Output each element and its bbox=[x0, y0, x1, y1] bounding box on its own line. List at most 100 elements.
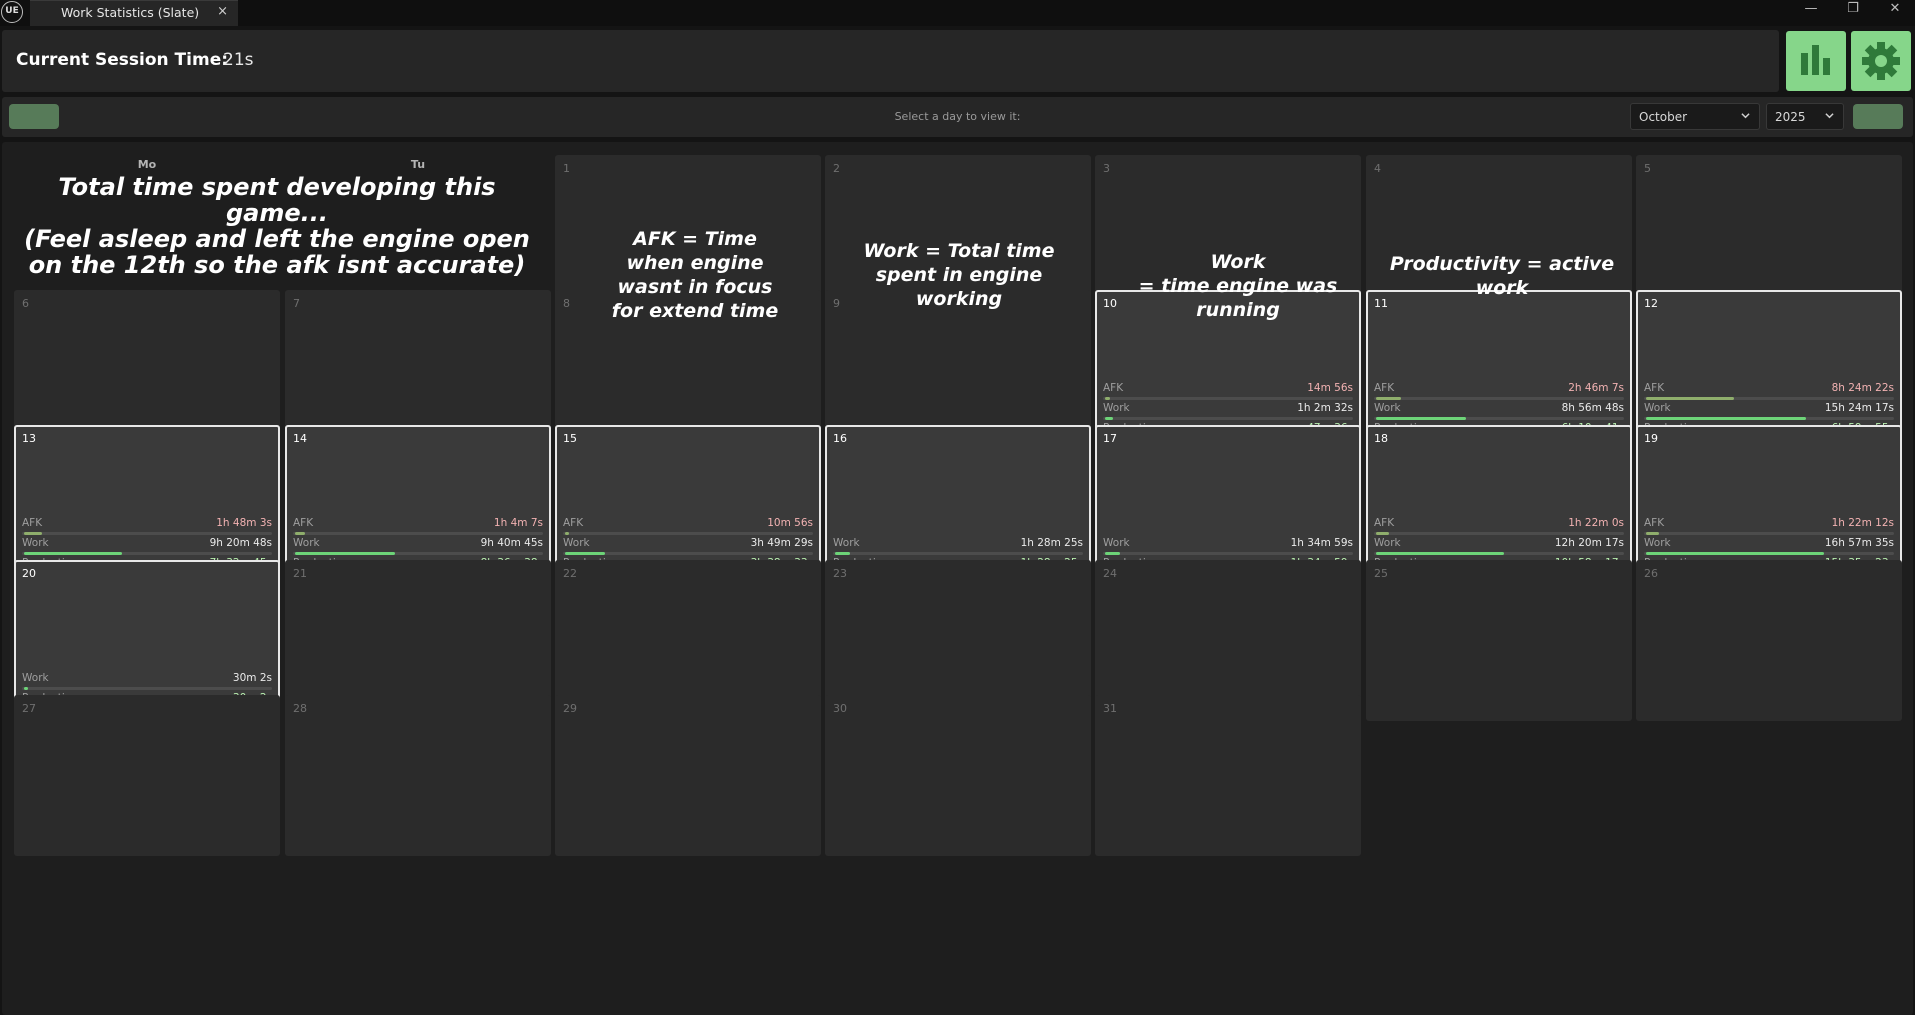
afk-label: AFK bbox=[563, 517, 584, 529]
work-running-note: Work = time engine was running bbox=[1138, 251, 1338, 321]
afk-label: AFK bbox=[1644, 382, 1665, 394]
day-cell-29[interactable]: 29 bbox=[555, 695, 821, 856]
day-number: 28 bbox=[293, 702, 307, 715]
afk-label: AFK bbox=[1374, 517, 1395, 529]
work-progress-fill bbox=[1646, 417, 1806, 420]
day-cell-28[interactable]: 28 bbox=[285, 695, 551, 856]
work-progress-fill bbox=[1646, 552, 1824, 555]
month-dropdown-value: October bbox=[1639, 110, 1688, 124]
work-progress-track bbox=[563, 552, 813, 555]
work-value: 16h 57m 35s bbox=[1824, 537, 1894, 549]
work-definition-note: Work = Total time spent in engine workin… bbox=[863, 240, 1055, 310]
day-number: 31 bbox=[1103, 702, 1117, 715]
afk-label: AFK bbox=[1103, 382, 1124, 394]
afk-definition-note: AFK = Time when engine wasnt in focus fo… bbox=[611, 228, 779, 322]
work-progress-track bbox=[1374, 417, 1624, 420]
work-label: Work bbox=[1103, 402, 1130, 414]
work-value: 8h 56m 48s bbox=[1561, 402, 1624, 414]
afk-label: AFK bbox=[293, 517, 314, 529]
work-progress-track bbox=[1374, 552, 1624, 555]
work-progress-track bbox=[833, 552, 1083, 555]
afk-progress-fill bbox=[565, 532, 569, 535]
minimize-icon[interactable]: — bbox=[1794, 0, 1828, 22]
day-cell-30[interactable]: 30 bbox=[825, 695, 1091, 856]
work-stat: Work 12h 20m 17s bbox=[1374, 537, 1624, 555]
work-stat: Work 8h 56m 48s bbox=[1374, 402, 1624, 420]
month-dropdown[interactable]: October bbox=[1630, 103, 1760, 130]
afk-value: 1h 22m 0s bbox=[1568, 517, 1624, 529]
work-progress-fill bbox=[1376, 552, 1504, 555]
work-value: 15h 24m 17s bbox=[1824, 402, 1894, 414]
day-cell-26[interactable]: 26 bbox=[1636, 560, 1902, 721]
afk-progress-track bbox=[1644, 397, 1894, 400]
day-number: 25 bbox=[1374, 567, 1388, 580]
afk-value: 10m 56s bbox=[767, 517, 813, 529]
statistics-button[interactable] bbox=[1786, 31, 1846, 91]
afk-progress-fill bbox=[1376, 532, 1389, 535]
day-cell-25[interactable]: 25 bbox=[1366, 560, 1632, 721]
work-progress-track bbox=[22, 552, 272, 555]
work-stat: Work 1h 2m 32s bbox=[1103, 402, 1353, 420]
afk-progress-fill bbox=[1105, 397, 1110, 400]
work-label: Work bbox=[833, 537, 860, 549]
work-label: Work bbox=[563, 537, 590, 549]
session-header: Current Session Time: 21s bbox=[2, 30, 1779, 92]
weekday-0: Mo bbox=[137, 158, 157, 171]
afk-progress-track bbox=[563, 532, 813, 535]
tab-title: Work Statistics (Slate) bbox=[61, 5, 200, 20]
afk-value: 8h 24m 22s bbox=[1831, 382, 1894, 394]
work-label: Work bbox=[293, 537, 320, 549]
afk-value: 2h 46m 7s bbox=[1568, 382, 1624, 394]
work-label: Work bbox=[1644, 537, 1671, 549]
work-progress-track bbox=[1103, 552, 1353, 555]
work-progress-track bbox=[22, 687, 272, 690]
select-day-hint: Select a day to view it: bbox=[894, 110, 1021, 123]
afk-progress-track bbox=[1103, 397, 1353, 400]
work-stat: Work 15h 24m 17s bbox=[1644, 402, 1894, 420]
afk-stat: AFK 1h 4m 7s bbox=[293, 517, 543, 535]
tab-close-icon[interactable]: × bbox=[217, 4, 228, 19]
tab-work-statistics[interactable]: Work Statistics (Slate) × bbox=[30, 0, 238, 26]
work-progress-fill bbox=[565, 552, 605, 555]
work-progress-fill bbox=[1105, 552, 1120, 555]
day-number: 2 bbox=[833, 162, 840, 175]
work-progress-track bbox=[293, 552, 543, 555]
next-month-button[interactable] bbox=[1853, 104, 1903, 129]
day-number: 12 bbox=[1644, 297, 1658, 310]
work-progress-track bbox=[1103, 417, 1353, 420]
work-progress-fill bbox=[1105, 417, 1113, 420]
work-value: 1h 34m 59s bbox=[1290, 537, 1353, 549]
day-cell-27[interactable]: 27 bbox=[14, 695, 280, 856]
work-stat: Work 3h 49m 29s bbox=[563, 537, 813, 555]
settings-button[interactable] bbox=[1851, 31, 1911, 91]
year-dropdown[interactable]: 2025 bbox=[1766, 103, 1844, 130]
unreal-logo-icon[interactable]: UE bbox=[1, 1, 23, 23]
work-value: 12h 20m 17s bbox=[1554, 537, 1624, 549]
afk-progress-fill bbox=[1646, 532, 1659, 535]
day-number: 22 bbox=[563, 567, 577, 580]
day-number: 18 bbox=[1374, 432, 1388, 445]
work-progress-track bbox=[1644, 552, 1894, 555]
chevron-down-icon bbox=[1825, 113, 1834, 119]
afk-stat: AFK 1h 48m 3s bbox=[22, 517, 272, 535]
afk-stat: AFK 2h 46m 7s bbox=[1374, 382, 1624, 400]
afk-label: AFK bbox=[22, 517, 43, 529]
work-stat: Work 9h 40m 45s bbox=[293, 537, 543, 555]
work-progress-fill bbox=[24, 552, 122, 555]
session-time-label: Current Session Time: bbox=[16, 50, 229, 70]
work-value: 9h 40m 45s bbox=[480, 537, 543, 549]
work-stat: Work 1h 28m 25s bbox=[833, 537, 1083, 555]
afk-progress-fill bbox=[1376, 397, 1401, 400]
total-time-note: Total time spent developing this game...… bbox=[24, 173, 530, 279]
day-cell-31[interactable]: 31 bbox=[1095, 695, 1361, 856]
afk-value: 1h 22m 12s bbox=[1831, 517, 1894, 529]
afk-progress-track bbox=[293, 532, 543, 535]
afk-stat: AFK 14m 56s bbox=[1103, 382, 1353, 400]
day-number: 15 bbox=[563, 432, 577, 445]
close-window-icon[interactable]: ✕ bbox=[1878, 0, 1912, 22]
work-stat: Work 30m 2s bbox=[22, 672, 272, 690]
work-value: 9h 20m 48s bbox=[209, 537, 272, 549]
afk-progress-track bbox=[1374, 532, 1624, 535]
work-progress-fill bbox=[24, 687, 28, 690]
restore-icon[interactable]: ❐ bbox=[1836, 0, 1870, 22]
